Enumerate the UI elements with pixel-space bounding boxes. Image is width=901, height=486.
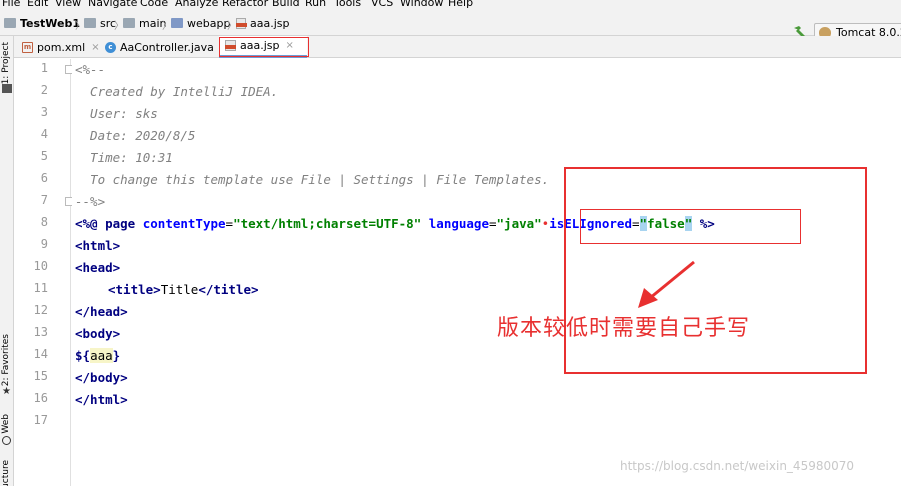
code-line-4: Date: 2020/8/5	[75, 128, 196, 143]
left-tool-strip: 1: Project 2: Favorites ★ Web Structure	[0, 36, 14, 486]
project-icon[interactable]	[2, 84, 12, 93]
menu-run[interactable]: Run	[305, 0, 326, 9]
folder-icon	[123, 18, 135, 28]
title-close-tag: </title>	[198, 282, 259, 297]
code-line-7: --%>	[75, 194, 106, 209]
structure-clip: Structure	[0, 460, 14, 486]
active-tab-highlight-box	[219, 37, 309, 57]
navigation-bar: TestWeb1 〉 src 〉 main 〉 webapp 〉 aaa.jsp…	[0, 10, 901, 42]
title-open-tag: <title>	[108, 282, 161, 297]
line-number: 1	[40, 61, 48, 75]
equals-sign: =	[225, 216, 234, 231]
line-number: 7	[40, 193, 48, 207]
web-tool-button[interactable]: Web	[1, 414, 11, 434]
watermark: https://blog.csdn.net/weixin_45980070	[620, 459, 855, 473]
el-open: ${	[75, 348, 91, 363]
menu-view[interactable]: View	[55, 0, 81, 9]
el-variable: aaa	[90, 348, 113, 363]
code-line-2: Created by IntelliJ IDEA.	[75, 84, 279, 99]
line-number: 5	[40, 149, 48, 163]
project-folder-icon	[4, 18, 16, 28]
editor-gutter: 1 2 3 4 5 6 7 8 9 10 11 12 13 14 15 16 1…	[14, 59, 74, 486]
project-tool-button[interactable]: 1: Project	[1, 42, 11, 84]
code-line-6: To change this template use File | Setti…	[75, 172, 550, 187]
line-number: 13	[33, 325, 48, 339]
line-number: 17	[33, 413, 48, 427]
menu-code[interactable]: Code	[140, 0, 168, 9]
menu-file[interactable]: File	[2, 0, 20, 9]
code-line-15: </body>	[75, 370, 128, 385]
el-close: }	[112, 348, 121, 363]
line-number: 14	[33, 347, 48, 361]
menu-edit[interactable]: Edit	[27, 0, 48, 9]
menu-bar: File Edit View Navigate Code Analyze Ref…	[0, 0, 901, 10]
menu-build[interactable]: Build	[272, 0, 300, 9]
editor-tabs: m pom.xml × c AaController.java × aaa.js…	[14, 36, 901, 58]
code-line-16: </html>	[75, 392, 128, 407]
breadcrumb-webapp[interactable]: webapp	[171, 16, 230, 30]
code-line-1: <%--	[75, 62, 106, 77]
menu-refactor[interactable]: Refactor	[222, 0, 268, 9]
star-icon: ★	[2, 386, 11, 397]
breadcrumb-main[interactable]: main	[123, 16, 166, 30]
annotation-attribute-box	[580, 209, 801, 244]
page-keyword: page	[105, 216, 143, 231]
line-number: 3	[40, 105, 48, 119]
favorites-tool-button[interactable]: 2: Favorites	[1, 334, 11, 386]
menu-analyze[interactable]: Analyze	[175, 0, 218, 9]
line-number: 8	[40, 215, 48, 229]
menu-navigate[interactable]: Navigate	[88, 0, 137, 9]
breadcrumb-project[interactable]: TestWeb1	[4, 16, 80, 30]
menu-window[interactable]: Window	[400, 0, 443, 9]
jsp-directive-open: <%@	[75, 216, 106, 231]
menu-vcs[interactable]: VCS	[371, 0, 393, 9]
code-line-13: <body>	[75, 326, 121, 341]
java-class-icon: c	[105, 41, 116, 53]
folder-icon	[84, 18, 96, 28]
line-number: 15	[33, 369, 48, 383]
annotation-arrow-icon	[638, 260, 695, 308]
title-text: Title	[160, 282, 199, 297]
maven-icon: m	[22, 41, 33, 53]
attr-language: language	[428, 216, 489, 231]
menu-tools[interactable]: Tools	[334, 0, 361, 9]
line-number: 2	[40, 83, 48, 97]
value-language: "java"	[496, 216, 542, 231]
code-line-9: <html>	[75, 238, 121, 253]
breadcrumb-src[interactable]: src	[84, 16, 116, 30]
tab-aacontroller-java[interactable]: c AaController.java ×	[99, 36, 228, 58]
annotation-outer-box	[564, 167, 867, 374]
attr-contenttype: contentType	[142, 216, 226, 231]
code-line-5: Time: 10:31	[75, 150, 173, 165]
code-line-10: <head>	[75, 260, 121, 275]
value-contenttype: "text/html;charset=UTF-8"	[233, 216, 422, 231]
line-number: 10	[33, 259, 48, 273]
jsp-file-icon	[236, 17, 247, 29]
line-number: 11	[33, 281, 48, 295]
code-line-11: <title>Title</title>	[108, 279, 259, 301]
web-folder-icon	[171, 18, 183, 28]
line-number: 9	[40, 237, 48, 251]
code-line-3: User: sks	[75, 106, 158, 121]
menu-help[interactable]: Help	[448, 0, 473, 9]
code-line-14: ${aaa}	[75, 345, 120, 367]
line-number: 16	[33, 391, 48, 405]
line-number: 12	[33, 303, 48, 317]
structure-tool-button[interactable]: Structure	[1, 460, 11, 486]
line-number: 6	[40, 171, 48, 185]
annotation-note: 版本较低时需要自己手写	[497, 316, 751, 341]
code-line-12: </head>	[75, 304, 128, 319]
equals-sign: =	[488, 216, 497, 231]
tab-pom-xml[interactable]: m pom.xml ×	[16, 36, 106, 58]
breadcrumb-file[interactable]: aaa.jsp	[236, 16, 290, 30]
line-number: 4	[40, 127, 48, 141]
globe-icon	[2, 436, 11, 445]
